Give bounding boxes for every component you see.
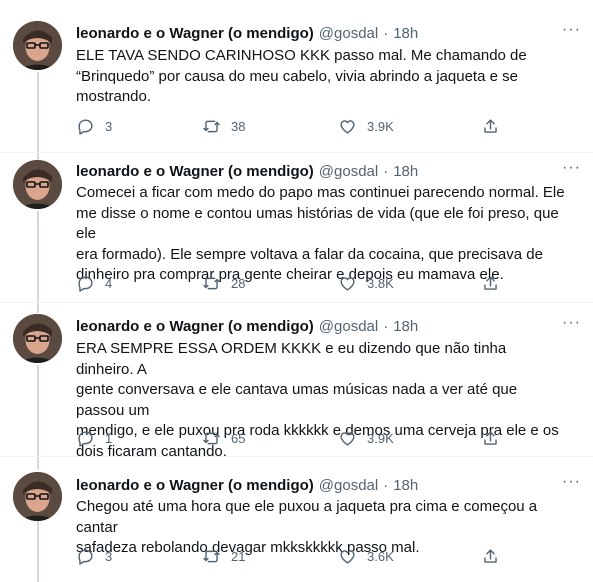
tweet-text: Comecei a ficar com medo do papo mas con… — [76, 183, 566, 286]
like-button[interactable]: 3.9K — [338, 429, 394, 448]
tweet-text-line: mostrando. — [76, 88, 152, 105]
reply-count: 1 — [105, 431, 113, 446]
retweet-button[interactable]: 65 — [202, 429, 245, 448]
tweet[interactable]: leonardo e o Wagner (o mendigo) @gosdal … — [0, 0, 593, 152]
tweet[interactable]: leonardo e o Wagner (o mendigo) @gosdal … — [0, 153, 593, 302]
reply-icon — [78, 276, 93, 292]
reply-icon — [78, 549, 93, 565]
avatar-image — [13, 314, 62, 363]
share-button[interactable] — [481, 274, 500, 293]
retweet-count: 28 — [231, 276, 246, 291]
tweet-text-line: me disse o nome e contou umas histórias … — [76, 204, 559, 243]
like-count: 3.8K — [367, 276, 394, 291]
like-button[interactable]: 3.9K — [338, 117, 394, 136]
display-name[interactable]: leonardo e o Wagner (o mendigo) — [76, 477, 314, 494]
more-options-icon[interactable]: ··· — [562, 159, 581, 177]
like-button[interactable]: 3.6K — [338, 547, 394, 566]
display-name[interactable]: leonardo e o Wagner (o mendigo) — [76, 318, 314, 335]
retweet-count: 65 — [231, 431, 246, 446]
separator-dot: · — [383, 24, 389, 42]
tweet-actions: 3 38 3.9K — [76, 117, 506, 137]
avatar[interactable] — [13, 472, 62, 521]
avatar[interactable] — [13, 21, 62, 70]
share-button[interactable] — [481, 117, 500, 136]
tweet-header: leonardo e o Wagner (o mendigo) @gosdal … — [76, 23, 418, 43]
reply-button[interactable]: 4 — [76, 274, 112, 293]
tweet-text-line: gente conversava e ele cantava umas músi… — [76, 381, 518, 419]
user-handle[interactable]: @gosdal — [319, 163, 378, 180]
like-icon — [340, 550, 355, 564]
reply-button[interactable]: 3 — [76, 547, 112, 566]
display-name[interactable]: leonardo e o Wagner (o mendigo) — [76, 25, 314, 42]
reply-button[interactable]: 1 — [76, 429, 112, 448]
avatar[interactable] — [13, 314, 62, 363]
reply-count: 3 — [105, 119, 113, 134]
user-handle[interactable]: @gosdal — [319, 318, 378, 335]
more-options-icon[interactable]: ··· — [562, 21, 581, 39]
like-icon — [340, 120, 355, 134]
user-handle[interactable]: @gosdal — [319, 477, 378, 494]
more-options-icon[interactable]: ··· — [562, 473, 581, 491]
retweet-icon — [203, 120, 220, 133]
tweet-header: leonardo e o Wagner (o mendigo) @gosdal … — [76, 161, 418, 181]
timestamp[interactable]: 18h — [393, 477, 418, 494]
tweet[interactable]: leonardo e o Wagner (o mendigo) @gosdal … — [0, 303, 593, 460]
share-icon — [484, 276, 497, 290]
retweet-button[interactable]: 28 — [202, 274, 245, 293]
reply-icon — [78, 119, 93, 135]
retweet-icon — [203, 550, 220, 563]
share-icon — [484, 549, 497, 563]
retweet-icon — [203, 277, 220, 290]
like-count: 3.9K — [367, 119, 394, 134]
timestamp[interactable]: 18h — [393, 318, 418, 335]
reply-count: 3 — [105, 549, 113, 564]
avatar-image — [13, 472, 62, 521]
tweet-actions: 4 28 3.8K — [76, 274, 506, 294]
like-count: 3.6K — [367, 549, 394, 564]
tweet-text-line: “Brinquedo” por causa do meu cabelo, viv… — [76, 67, 518, 85]
separator-dot: · — [383, 476, 389, 494]
avatar-image — [13, 160, 62, 209]
tweet-actions: 1 65 3.9K — [76, 429, 506, 449]
reply-icon — [78, 431, 93, 447]
share-icon — [484, 119, 497, 133]
separator-dot: · — [383, 162, 389, 180]
avatar-image — [13, 21, 62, 70]
retweet-button[interactable]: 21 — [202, 547, 245, 566]
tweet-header: leonardo e o Wagner (o mendigo) @gosdal … — [76, 475, 418, 495]
share-button[interactable] — [481, 429, 500, 448]
timestamp[interactable]: 18h — [393, 163, 418, 180]
retweet-button[interactable]: 38 — [202, 117, 245, 136]
tweet-text-line: era formado). Ele sempre voltava a falar… — [76, 245, 543, 263]
separator-dot: · — [383, 317, 389, 335]
retweet-icon — [203, 432, 220, 445]
share-button[interactable] — [481, 547, 500, 566]
tweet-text-line: ERA SEMPRE ESSA ORDEM KKKK e eu dizendo … — [76, 340, 507, 378]
share-icon — [484, 431, 497, 445]
like-icon — [340, 277, 355, 291]
tweet-text: ELE TAVA SENDO CARINHOSO KKK passo mal. … — [76, 46, 566, 108]
more-options-icon[interactable]: ··· — [562, 314, 581, 332]
tweet[interactable]: leonardo e o Wagner (o mendigo) @gosdal … — [0, 457, 593, 582]
tweet-text-line: Comecei a ficar com medo do papo mas con… — [76, 184, 565, 201]
retweet-count: 38 — [231, 119, 246, 134]
avatar[interactable] — [13, 160, 62, 209]
like-icon — [340, 432, 355, 446]
timestamp[interactable]: 18h — [393, 25, 418, 42]
tweet-text-line: ELE TAVA SENDO CARINHOSO KKK passo mal. … — [76, 47, 527, 64]
reply-button[interactable]: 3 — [76, 117, 112, 136]
like-count: 3.9K — [367, 431, 394, 446]
tweet-actions: 3 21 3.6K — [76, 547, 506, 567]
retweet-count: 21 — [231, 549, 246, 564]
tweet-text-line: Chegou até uma hora que ele puxou a jaqu… — [76, 498, 538, 536]
reply-count: 4 — [105, 276, 113, 291]
like-button[interactable]: 3.8K — [338, 274, 394, 293]
tweet-header: leonardo e o Wagner (o mendigo) @gosdal … — [76, 316, 418, 336]
display-name[interactable]: leonardo e o Wagner (o mendigo) — [76, 163, 314, 180]
user-handle[interactable]: @gosdal — [319, 25, 378, 42]
